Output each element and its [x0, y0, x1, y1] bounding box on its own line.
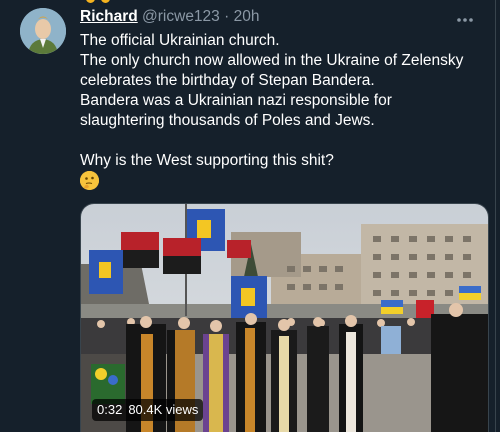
tweet-line: Why is the West supporting this shit? — [80, 152, 334, 169]
thinking-face-emoji — [80, 171, 99, 190]
avatar[interactable] — [20, 8, 66, 54]
video-duration: 0:32 — [97, 402, 123, 417]
video-views: 80.4K views — [128, 402, 199, 417]
column-border — [495, 0, 496, 432]
author-name[interactable]: Richard — [80, 8, 138, 25]
separator-dot: · — [224, 8, 230, 25]
tweet-header: Richard @ricwe123 · 20h — [80, 8, 259, 26]
video-stats-badge: 0:32 80.4K views — [92, 399, 204, 421]
previous-tweet-actions — [0, 0, 500, 4]
tweet-line: The official Ukrainian church. — [80, 32, 280, 49]
tweet-time[interactable]: 20h — [234, 8, 260, 25]
author-handle[interactable]: @ricwe123 — [142, 8, 220, 25]
emoji-partial — [101, 0, 110, 3]
tweet-line: The only church now allowed in the Ukrai… — [80, 52, 464, 89]
emoji-partial — [86, 0, 95, 3]
tweet-text: The official Ukrainian church. The only … — [80, 31, 480, 171]
more-options-icon[interactable] — [450, 4, 480, 34]
video-player[interactable] — [80, 203, 489, 432]
tweet-line: Bandera was a Ukrainian nazi responsible… — [80, 92, 392, 129]
